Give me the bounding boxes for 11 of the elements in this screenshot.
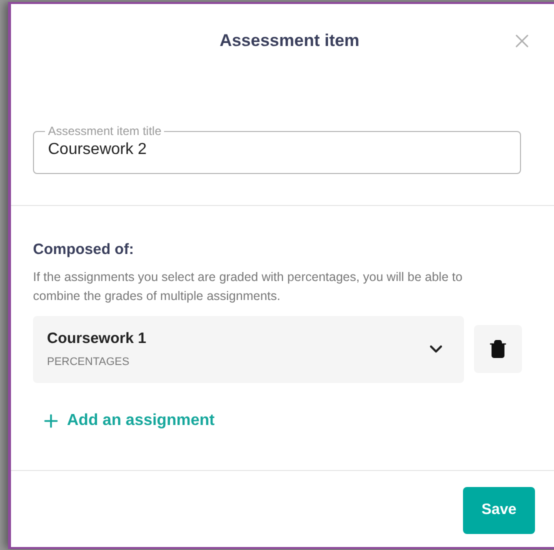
title-field[interactable]: Assessment item title Coursework 2 [33,124,521,174]
field-value: Coursework 2 [48,140,148,160]
assignment-name: Coursework 1 [47,328,146,348]
section-description: If the assignments you select are graded with percentages, you will be able to combine the grades of multiple assignments. [33,268,464,305]
trash-icon [488,339,508,359]
dialog-title: Assessment item [220,30,360,52]
section-heading: Composed of: [33,240,135,260]
delete-button[interactable] [474,325,522,373]
assignment-card[interactable]: Coursework 1 PERCENTAGES [33,316,464,382]
grading-type: PERCENTAGES [47,355,130,370]
field-label: Assessment item title [47,124,162,138]
